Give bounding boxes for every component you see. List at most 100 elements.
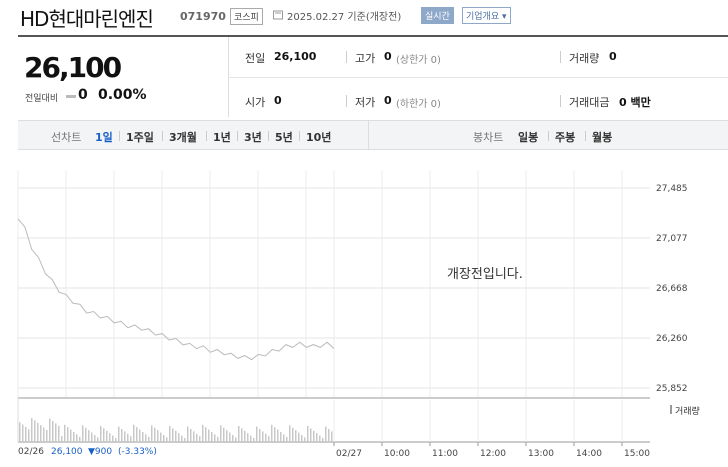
volume-bar bbox=[193, 431, 195, 442]
volume-bar bbox=[37, 422, 39, 442]
tab-1day[interactable]: 1일 bbox=[95, 129, 113, 145]
volume-bar bbox=[196, 433, 198, 442]
volume-bar bbox=[283, 434, 285, 442]
volume-bar bbox=[142, 432, 144, 442]
volume-bar bbox=[43, 427, 45, 442]
volume-bar bbox=[46, 430, 48, 442]
volume-bar bbox=[247, 433, 249, 442]
volume-grid bbox=[333, 400, 623, 442]
volume-bar bbox=[190, 429, 192, 442]
high-value: 0 bbox=[384, 50, 392, 63]
current-price-box: 26,100 전일대비 0 0.00% bbox=[18, 37, 229, 117]
volume-bar bbox=[184, 438, 186, 442]
volume-bar bbox=[127, 433, 129, 442]
volume-bar bbox=[73, 432, 75, 442]
volume-bar bbox=[310, 428, 312, 442]
volume-bar bbox=[133, 424, 135, 442]
tab-1week[interactable]: 1주일 bbox=[126, 129, 154, 145]
volume-bar bbox=[109, 433, 111, 442]
x-tick-label: 02/27 bbox=[336, 449, 362, 459]
volume-bar bbox=[262, 431, 264, 442]
volume-bar bbox=[163, 435, 165, 442]
separator bbox=[299, 131, 300, 141]
volume-bar bbox=[298, 432, 300, 442]
separator bbox=[585, 131, 586, 141]
volume-bar bbox=[82, 425, 84, 442]
volume-bar bbox=[112, 435, 114, 442]
x-axis-ticks: 02/27 10:00 11:00 12:00 13:00 14:00 15:00 bbox=[333, 442, 650, 459]
volume-bar bbox=[145, 434, 147, 442]
volume-bar bbox=[277, 429, 279, 442]
volume-bars bbox=[19, 418, 333, 442]
volume-bar bbox=[79, 436, 81, 442]
volume-bar bbox=[115, 438, 117, 442]
volume-bar bbox=[169, 426, 171, 442]
volume-bar bbox=[67, 427, 69, 442]
change-value: 0 bbox=[78, 87, 88, 103]
volume-bar bbox=[55, 423, 57, 442]
volume-bar bbox=[319, 435, 321, 442]
tab-weekly-candle[interactable]: 주봉 bbox=[555, 129, 575, 145]
row-divider bbox=[228, 77, 728, 78]
upper-limit: (상한가 0) bbox=[396, 55, 441, 66]
separator bbox=[119, 131, 120, 141]
volume-bar bbox=[121, 429, 123, 442]
volume-bar bbox=[85, 427, 87, 442]
volume-bar bbox=[259, 429, 261, 442]
trade-amount-label: 거래대금 bbox=[569, 96, 610, 109]
volume-bar bbox=[256, 426, 258, 442]
volume-bar bbox=[301, 435, 303, 442]
volume-bar bbox=[70, 429, 72, 442]
tab-10year[interactable]: 10년 bbox=[306, 129, 331, 145]
volume-bar bbox=[64, 424, 66, 442]
volume-bar bbox=[34, 420, 36, 442]
y-tick-label: 26,260 bbox=[656, 334, 688, 344]
volume-bar bbox=[313, 430, 315, 442]
volume-bar bbox=[19, 422, 21, 442]
tab-5year[interactable]: 5년 bbox=[275, 129, 293, 145]
volume-bar bbox=[274, 427, 276, 442]
volume-bar bbox=[244, 430, 246, 442]
volume-bar bbox=[226, 430, 228, 442]
volume-bar bbox=[229, 432, 231, 442]
tab-monthly-candle[interactable]: 월봉 bbox=[592, 129, 612, 145]
volume-bar bbox=[280, 432, 282, 442]
volume-bar bbox=[100, 426, 102, 442]
change-label: 전일대비 bbox=[25, 94, 59, 104]
separator bbox=[560, 95, 561, 107]
prev-day-change: ▼900 bbox=[88, 447, 113, 457]
stock-name: HD현대마린엔진 bbox=[20, 7, 154, 31]
low-label: 저가 bbox=[355, 96, 376, 109]
separator bbox=[560, 51, 561, 63]
volume-bar bbox=[217, 436, 219, 442]
open-label: 시가 bbox=[245, 96, 266, 109]
lower-limit: (하한가 0) bbox=[396, 99, 441, 110]
volume-bar bbox=[304, 437, 306, 442]
trade-amount-value: 0 백만 bbox=[619, 96, 651, 109]
volume-bar bbox=[151, 425, 153, 442]
volume-bar bbox=[154, 427, 156, 442]
company-overview-button[interactable]: 기업개요 ▾ bbox=[462, 7, 511, 24]
realtime-button[interactable]: 실시간 bbox=[421, 7, 454, 24]
volume-bar bbox=[166, 437, 168, 442]
volume-bar bbox=[208, 429, 210, 442]
tabs-divider bbox=[368, 121, 369, 149]
volume-bar bbox=[214, 434, 216, 442]
tab-3month[interactable]: 3개월 bbox=[169, 129, 197, 145]
volume-bar bbox=[28, 429, 30, 442]
volume-bar bbox=[130, 436, 132, 442]
tab-1year[interactable]: 1년 bbox=[213, 129, 231, 145]
volume-bar bbox=[205, 427, 207, 442]
tab-daily-candle[interactable]: 일봉 bbox=[518, 129, 538, 145]
x-tick-label: 13:00 bbox=[528, 449, 554, 459]
tab-3year[interactable]: 3년 bbox=[244, 129, 262, 145]
prev-day-change-pct: (-3.33%) bbox=[118, 447, 157, 457]
y-tick-label: 27,485 bbox=[656, 184, 688, 194]
separator bbox=[162, 131, 163, 141]
volume-bar bbox=[139, 429, 141, 442]
market-badge: 코스피 bbox=[230, 8, 263, 25]
volume-legend-icon bbox=[670, 405, 672, 414]
volume-bar bbox=[124, 431, 126, 442]
stock-code: 071970 bbox=[180, 10, 226, 23]
separator bbox=[206, 131, 207, 141]
